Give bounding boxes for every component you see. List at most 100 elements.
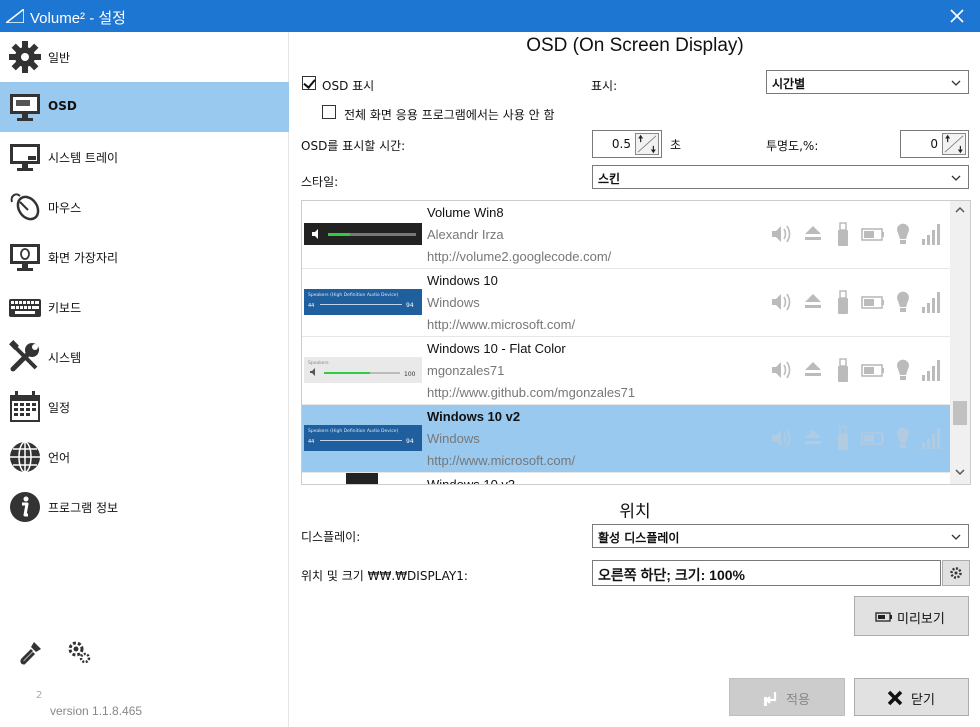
sidebar-item-keyboard[interactable]: 키보드	[0, 282, 289, 332]
show-osd-label: OSD 표시	[322, 79, 375, 93]
tray-icon	[10, 144, 40, 171]
style-select[interactable]: 스킨	[592, 165, 969, 189]
sidebar-item-label: 시스템 트레이	[48, 151, 119, 165]
scroll-up-icon[interactable]	[954, 205, 966, 215]
calendar-icon	[10, 391, 40, 422]
sidebar-item-mouse[interactable]: 마우스	[0, 182, 289, 232]
skin-list-scrollbar[interactable]	[950, 201, 970, 484]
title-bar: Volume² - 설정	[0, 0, 980, 32]
skin-preview-thumbnail: Speakers (High Definition Audio Device) …	[304, 289, 422, 315]
skin-preview-thumbnail: Speakers 100	[304, 357, 422, 383]
logo-superscript: 2	[36, 690, 43, 701]
skin-list-item-selected[interactable]: Speakers (High Definition Audio Device) …	[302, 405, 950, 473]
window-close-button[interactable]	[934, 0, 980, 32]
close-button[interactable]: 닫기	[854, 678, 969, 716]
thumb-mute-text: 44	[308, 303, 314, 309]
skin-list-item[interactable]: Speakers (High Definition Audio Device) …	[302, 269, 950, 337]
scrollbar-thumb[interactable]	[953, 401, 967, 425]
chevron-down-icon	[951, 80, 961, 86]
display-time-label: OSD를 표시할 시간:	[301, 139, 406, 153]
sidebar-item-screen-edge[interactable]: 화면 가장자리	[0, 232, 289, 282]
battery-icon	[875, 612, 892, 622]
monitor-icon	[10, 94, 40, 121]
thumb-value-text: 100	[404, 371, 416, 378]
spinner-arrows-icon[interactable]	[635, 133, 659, 155]
apply-button[interactable]: 적용	[729, 678, 845, 716]
close-icon	[950, 9, 964, 23]
mouse-icon	[10, 193, 40, 221]
spinner-arrows-icon[interactable]	[942, 133, 966, 155]
skin-feature-icons	[772, 222, 940, 246]
display-time-spinner[interactable]: 0.5	[592, 130, 662, 158]
sidebar-item-label: 언어	[48, 451, 71, 465]
show-osd-checkbox[interactable]	[302, 76, 316, 90]
sidebar-item-label: 일정	[48, 401, 71, 415]
monitor-label: 디스플레이:	[301, 530, 361, 544]
skin-feature-icons	[772, 426, 940, 450]
skin-list-item[interactable]: Windows 10 v3	[302, 473, 950, 484]
apply-icon	[764, 692, 777, 706]
sidebar-item-label: 마우스	[48, 201, 82, 215]
skin-feature-icons	[772, 358, 940, 382]
sidebar-item-general[interactable]: 일반	[0, 32, 289, 82]
sidebar-item-tray[interactable]: 시스템 트레이	[0, 132, 289, 182]
skin-preview-thumbnail: Speakers (High Definition Audio Device) …	[304, 425, 422, 451]
brush-icon[interactable]	[18, 639, 44, 665]
app-logo-icon	[6, 9, 24, 23]
tools-icon	[9, 340, 39, 372]
chevron-down-icon	[951, 534, 961, 540]
thumb-header-text: Speakers (High Definition Audio Device)	[308, 292, 398, 298]
position-settings-button[interactable]	[942, 560, 970, 586]
globe-icon	[10, 441, 40, 473]
thumb-value-text: 94	[406, 302, 414, 309]
sidebar-item-osd[interactable]: OSD	[0, 82, 289, 132]
gear-icon	[9, 41, 41, 73]
section-title-osd: OSD (On Screen Display)	[526, 35, 744, 56]
skin-preview-thumbnail	[304, 223, 422, 245]
chevron-down-icon	[951, 175, 961, 181]
screen-edge-icon	[10, 244, 40, 271]
version-label: version 1.1.8.465	[50, 704, 143, 718]
fullscreen-disable-checkbox[interactable]	[322, 105, 336, 119]
opacity-label: 투명도,%:	[766, 139, 819, 153]
position-size-label: 위치 및 크기 ₩₩.₩DISPLAY1:	[301, 569, 468, 583]
sidebar-item-label: OSD	[48, 99, 77, 113]
info-icon	[10, 492, 40, 522]
sidebar-item-system[interactable]: 시스템	[0, 332, 289, 382]
osd-settings-panel: OSD (On Screen Display) OSD 표시 표시: 시간별 전…	[290, 32, 980, 727]
display-mode-label: 표시:	[591, 79, 618, 93]
thumb-value-text: 94	[406, 438, 414, 445]
monitor-select[interactable]: 활성 디스플레이	[592, 524, 969, 548]
sidebar-item-label: 화면 가장자리	[48, 251, 119, 265]
skin-preview-thumbnail	[346, 473, 378, 484]
style-label: 스타일:	[301, 175, 339, 189]
close-icon	[887, 690, 903, 706]
skin-feature-icons	[772, 290, 940, 314]
position-size-field[interactable]: 오른쪽 하단; 크기: 100%	[592, 560, 941, 586]
skin-list-item[interactable]: Speakers 100 Windows 10 - Flat Color mgo…	[302, 337, 950, 405]
display-mode-select[interactable]: 시간별	[766, 70, 969, 94]
sidebar-item-about[interactable]: 프로그램 정보	[0, 482, 289, 532]
sidebar-item-label: 시스템	[48, 351, 82, 365]
thumb-header-text: Speakers	[308, 360, 329, 366]
keyboard-icon	[9, 299, 41, 317]
settings-gears-icon[interactable]	[66, 639, 92, 665]
section-title-position: 위치	[619, 502, 651, 521]
scroll-down-icon[interactable]	[954, 467, 966, 477]
sidebar-item-language[interactable]: 언어	[0, 432, 289, 482]
preview-button[interactable]: 미리보기	[854, 596, 969, 636]
app-logo-icon	[12, 722, 38, 727]
thumb-mute-text: 44	[308, 439, 314, 445]
skin-list-item[interactable]: Volume Win8 Alexandr Irza http://volume2…	[302, 201, 950, 269]
window-title: Volume² - 설정	[30, 10, 126, 27]
gear-icon	[950, 567, 962, 579]
sidebar-item-label: 일반	[48, 51, 71, 65]
sidebar-item-schedule[interactable]: 일정	[0, 382, 289, 432]
thumb-header-text: Speakers (High Definition Audio Device)	[308, 428, 398, 434]
sidebar-item-label: 프로그램 정보	[48, 501, 119, 515]
sidebar-item-label: 키보드	[48, 301, 82, 315]
sidebar: 일반 OSD 시스템 트레이 마우스 화면 가장자리 키보드 시스템 일정 언어…	[0, 32, 289, 727]
fullscreen-disable-label: 전체 화면 응용 프로그램에서는 사용 안 함	[344, 108, 555, 122]
opacity-spinner[interactable]: 0	[900, 130, 969, 158]
skin-list[interactable]: Volume Win8 Alexandr Irza http://volume2…	[301, 200, 971, 485]
